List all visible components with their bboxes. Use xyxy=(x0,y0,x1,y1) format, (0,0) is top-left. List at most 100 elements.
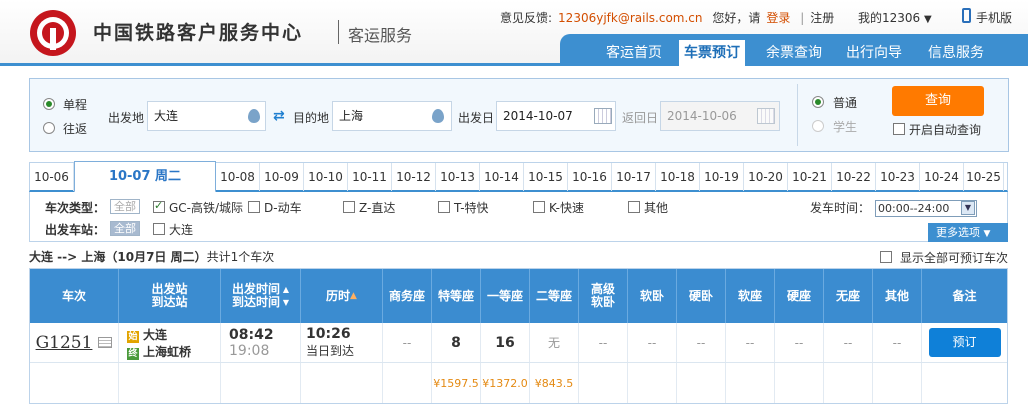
mobile-link[interactable]: 手机版 xyxy=(976,9,1012,26)
date-tab[interactable]: 10-08 xyxy=(216,163,260,191)
seat-cell: -- xyxy=(873,323,922,362)
date-tab[interactable]: 10-20 xyxy=(744,163,788,191)
login-link[interactable]: 登录 xyxy=(766,11,790,25)
date-tab[interactable]: 10-23 xyxy=(876,163,920,191)
date-tab[interactable]: 10-14 xyxy=(480,163,524,191)
location-pin-icon[interactable] xyxy=(432,109,444,123)
seat-availability: -- xyxy=(402,335,412,350)
nav-ticket-booking[interactable]: 车票预订 xyxy=(679,40,745,66)
train-type-label: 车次类型： xyxy=(45,201,106,215)
type-gc-checkbox[interactable] xyxy=(153,199,165,213)
train-table: 车次 出发站 到达站 出发时间 到达时间 ▲ ▼ 历时 ▲ 商务座 特等座 一等座 二等座 高级… xyxy=(29,268,1008,404)
col-header-label: 出发站 到达站 xyxy=(151,282,188,309)
seat-availability: -- xyxy=(892,335,902,350)
caret-down-icon: ▼ xyxy=(983,229,991,239)
chevron-down-icon[interactable]: ▼ xyxy=(961,201,975,215)
seat-price: ¥1597.5 xyxy=(433,376,479,390)
date-tab[interactable]: 10-10 xyxy=(304,163,348,191)
date-tab[interactable]: 10-25 xyxy=(964,163,1004,191)
col-header-duration[interactable]: 历时 ▲ xyxy=(301,269,383,323)
date-tab[interactable]: 10-09 xyxy=(260,163,304,191)
railway-logo-icon[interactable] xyxy=(30,10,76,56)
date-tab[interactable]: 10-06 xyxy=(30,163,74,191)
date-tab[interactable]: 10-18 xyxy=(656,163,700,191)
nav-info-service[interactable]: 信息服务 xyxy=(920,40,992,66)
nav-home[interactable]: 客运首页 xyxy=(598,40,670,66)
more-options-button[interactable]: 更多选项 ▼ xyxy=(928,223,1008,242)
type-z-checkbox[interactable] xyxy=(343,201,355,213)
depart-time-value: 00:00--24:00 xyxy=(878,202,950,215)
search-divider xyxy=(797,84,798,146)
greeting-text: 您好，请 xyxy=(712,11,761,25)
date-tab[interactable]: 10-22 xyxy=(832,163,876,191)
title-divider xyxy=(338,20,339,44)
round-trip-label: 往返 xyxy=(63,122,88,136)
seat-cell: 无 xyxy=(530,323,579,362)
calendar-icon[interactable] xyxy=(757,108,775,124)
auto-query-checkbox[interactable] xyxy=(893,123,905,135)
round-trip-radio[interactable] xyxy=(43,122,55,134)
date-tab[interactable]: 10-12 xyxy=(392,163,436,191)
price-cell xyxy=(30,363,119,403)
type-k-checkbox[interactable] xyxy=(533,201,545,213)
train-type-all-button[interactable]: 全部 xyxy=(110,199,140,214)
from-label: 出发地 xyxy=(108,111,145,125)
seat-price: ¥843.5 xyxy=(534,376,574,390)
station-all-button[interactable]: 全部 xyxy=(110,221,140,236)
caret-down-icon: ▼ xyxy=(924,14,932,25)
price-cell: ¥1372.0 xyxy=(481,363,530,403)
station-dalian-checkbox[interactable] xyxy=(153,223,165,235)
nav-remaining-tickets[interactable]: 余票查询 xyxy=(758,40,830,66)
swap-stations-icon[interactable]: ⇄ xyxy=(273,108,285,124)
type-z-label: Z-直达 xyxy=(359,201,396,215)
col-header-label: 特等座 xyxy=(437,288,474,303)
col-header-premium: 特等座 xyxy=(432,269,481,323)
my12306-menu[interactable]: 我的12306 ▼ xyxy=(858,9,932,26)
to-station: 上海虹桥 xyxy=(143,344,192,359)
book-button[interactable]: 预订 xyxy=(928,328,1001,357)
route-text: 大连 --> 上海（10月7日 周二） xyxy=(29,250,207,264)
train-number-link[interactable]: G1251 xyxy=(36,333,93,353)
normal-ticket-label: 普通 xyxy=(833,96,858,110)
table-header: 车次 出发站 到达站 出发时间 到达时间 ▲ ▼ 历时 ▲ 商务座 特等座 一等座 二等座 高级… xyxy=(30,269,1007,323)
date-tab[interactable]: 10-16 xyxy=(568,163,612,191)
register-link[interactable]: 注册 xyxy=(810,11,834,25)
sort-arrows-icon: ▲ ▼ xyxy=(282,285,289,307)
duration-cell: 10:26 当日到达 xyxy=(301,323,383,362)
location-pin-icon[interactable] xyxy=(248,109,260,123)
type-other-checkbox[interactable] xyxy=(628,201,640,213)
date-tab[interactable]: 10-13 xyxy=(436,163,480,191)
date-tab[interactable]: 10-21 xyxy=(788,163,832,191)
seat-availability: 16 xyxy=(495,334,515,351)
train-count: 共计1个车次 xyxy=(206,250,275,264)
type-d-checkbox[interactable] xyxy=(248,201,260,213)
date-tab[interactable]: 10-17 xyxy=(612,163,656,191)
calendar-icon[interactable] xyxy=(594,108,612,124)
student-ticket-radio[interactable] xyxy=(812,120,824,132)
price-row: ¥1597.5 ¥1372.0 ¥843.5 xyxy=(30,363,1007,403)
feedback-email-link[interactable]: 12306yjfk@rails.com.cn xyxy=(558,11,702,25)
top-links: 意见反馈: 12306yjfk@rails.com.cn 您好，请 登录 | 注册 xyxy=(500,9,840,26)
type-t-checkbox[interactable] xyxy=(438,201,450,213)
nav-travel-guide[interactable]: 出行向导 xyxy=(838,40,910,66)
arrive-time: 19:08 xyxy=(229,342,270,359)
times-cell: 08:42 19:08 xyxy=(221,323,301,362)
one-way-radio[interactable] xyxy=(43,98,55,110)
col-header-label: 备注 xyxy=(952,288,977,303)
sort-up-icon: ▲ xyxy=(350,290,357,301)
date-tab[interactable]: 10-15 xyxy=(524,163,568,191)
price-cell xyxy=(873,363,922,403)
price-cell xyxy=(383,363,432,403)
date-tab[interactable]: 10-24 xyxy=(920,163,964,191)
price-cell xyxy=(726,363,775,403)
student-ticket-label: 学生 xyxy=(833,120,858,134)
depart-date-label: 出发日 xyxy=(458,111,495,125)
normal-ticket-radio[interactable] xyxy=(812,96,824,108)
train-info-icon[interactable] xyxy=(98,337,113,348)
date-tab[interactable]: 10-11 xyxy=(348,163,392,191)
date-tab[interactable]: 10-07 周二 xyxy=(74,161,216,193)
col-header-times[interactable]: 出发时间 到达时间 ▲ ▼ xyxy=(221,269,301,323)
date-tab[interactable]: 10-19 xyxy=(700,163,744,191)
show-all-checkbox[interactable] xyxy=(880,251,892,263)
query-button[interactable]: 查询 xyxy=(892,86,984,116)
